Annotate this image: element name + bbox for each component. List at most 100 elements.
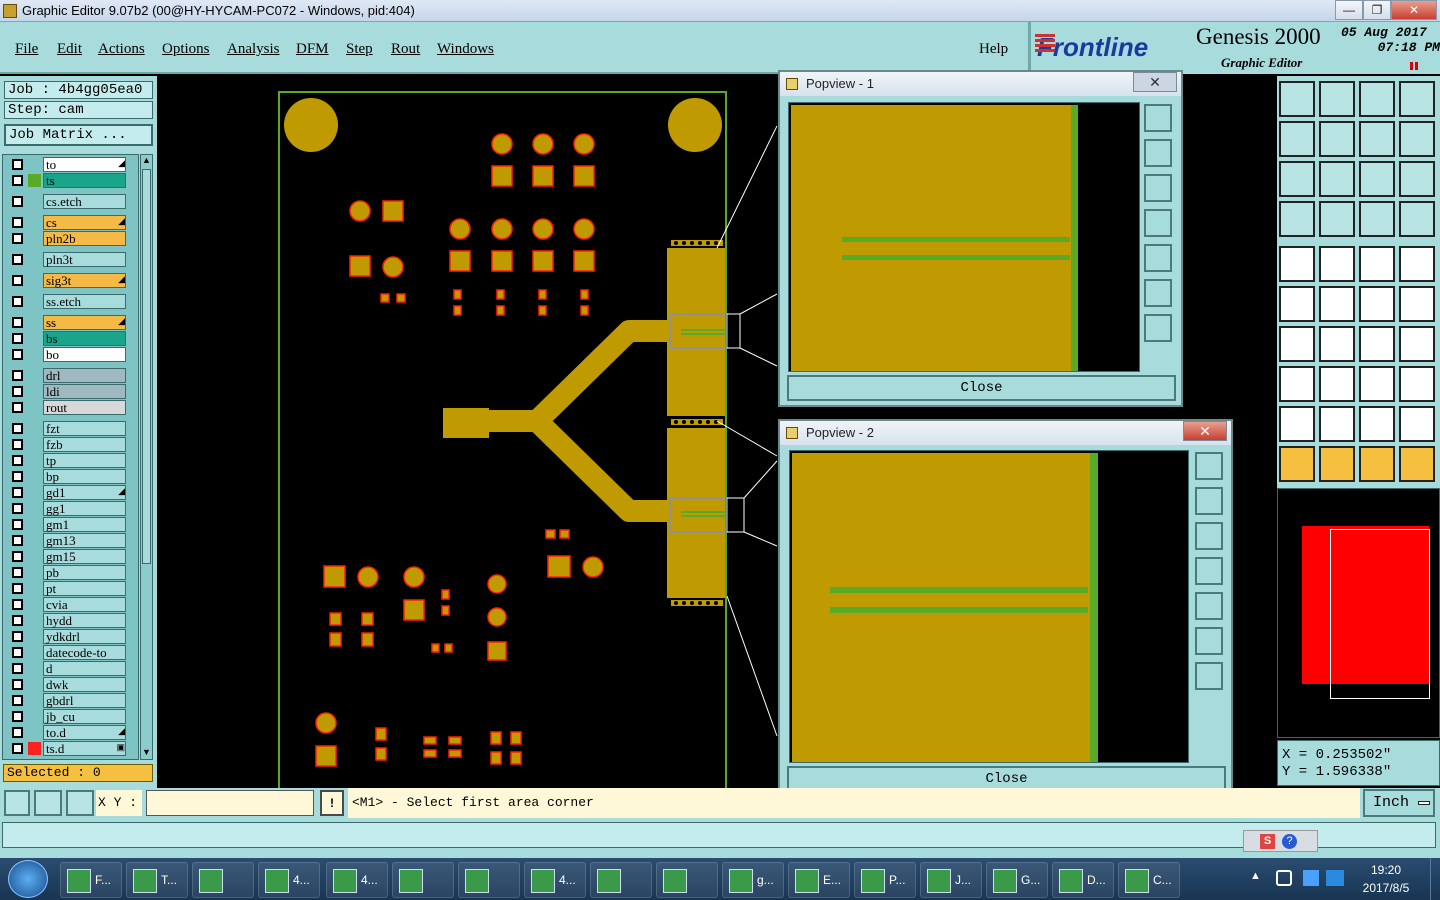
- popview-zoom-in-tool[interactable]: [1195, 452, 1223, 480]
- layer-row[interactable]: pt: [9, 581, 127, 596]
- warning-button[interactable]: !: [320, 790, 344, 816]
- start-button[interactable]: [8, 860, 48, 898]
- layer-row[interactable]: ts.d ▣: [9, 741, 127, 756]
- layer-checkbox[interactable]: [12, 402, 23, 413]
- layer-checkbox[interactable]: [12, 503, 23, 514]
- layer-name[interactable]: gm15: [43, 549, 126, 564]
- zoom-center-icon[interactable]: [1319, 161, 1355, 197]
- layer-name[interactable]: pt: [43, 581, 126, 596]
- layer-checkbox[interactable]: [12, 233, 23, 244]
- layer-row[interactable]: gm13: [9, 533, 127, 548]
- feature-filter-icon[interactable]: [1359, 201, 1395, 237]
- layer-row[interactable]: ts: [9, 173, 127, 188]
- popview-2-x-button[interactable]: ✕: [1183, 421, 1227, 441]
- measure-icon[interactable]: [1279, 326, 1315, 362]
- scroll-thumb[interactable]: [142, 169, 151, 564]
- line-node-icon[interactable]: [1359, 286, 1395, 322]
- layer-name[interactable]: bp: [43, 469, 126, 484]
- popview-pan-left-tool[interactable]: [1195, 557, 1223, 585]
- layer-row[interactable]: cs.etch: [9, 194, 127, 209]
- layer-checkbox[interactable]: [12, 679, 23, 690]
- layer-checkbox[interactable]: [12, 159, 23, 170]
- layer-row[interactable]: ss.etch: [9, 294, 127, 309]
- layer-row[interactable]: cs ◢: [9, 215, 127, 230]
- layer-row[interactable]: dwk: [9, 677, 127, 692]
- pointer-circle-icon[interactable]: [1359, 446, 1395, 482]
- menu-step[interactable]: Step: [346, 41, 373, 58]
- pointer-box-icon[interactable]: [1319, 446, 1355, 482]
- layer-name[interactable]: jb_cu: [43, 709, 126, 724]
- popview-1-close-button[interactable]: Close: [787, 375, 1176, 401]
- layer-checkbox[interactable]: [12, 349, 23, 360]
- taskbar-item[interactable]: G...: [986, 862, 1048, 898]
- ime-help-icon[interactable]: ?: [1282, 834, 1297, 849]
- taskbar-item[interactable]: C...: [1118, 862, 1180, 898]
- layer-checkbox[interactable]: [12, 663, 23, 674]
- layer-color-swatch[interactable]: [28, 174, 41, 187]
- layer-name[interactable]: gm13: [43, 533, 126, 548]
- layer-name[interactable]: pln2b: [43, 231, 126, 246]
- layer-row[interactable]: sig3t ◢: [9, 273, 127, 288]
- layer-name[interactable]: sig3t: [43, 273, 126, 288]
- layer-name[interactable]: ydkdrl: [43, 629, 126, 644]
- color-tool-icon[interactable]: [1319, 246, 1355, 282]
- pan-right-icon[interactable]: [1319, 121, 1355, 157]
- layer-name[interactable]: ss.etch: [43, 294, 126, 309]
- layer-row[interactable]: drl: [9, 368, 127, 383]
- layer-checkbox[interactable]: [12, 386, 23, 397]
- pan-left-icon[interactable]: [1279, 121, 1315, 157]
- shape-icon[interactable]: [1399, 366, 1435, 402]
- layer-row[interactable]: to ◢: [9, 157, 127, 172]
- layer-checkbox[interactable]: [12, 535, 23, 546]
- menu-actions[interactable]: Actions: [98, 41, 145, 58]
- units-select[interactable]: Inch: [1363, 789, 1435, 817]
- taskbar-item[interactable]: [192, 862, 254, 898]
- layer-row[interactable]: datecode-to: [9, 645, 127, 660]
- maximize-button[interactable]: ❐: [1363, 0, 1391, 20]
- layer-checkbox[interactable]: [12, 695, 23, 706]
- line-icon[interactable]: [1319, 366, 1355, 402]
- popview-1-view[interactable]: [788, 102, 1140, 372]
- ime-s-icon[interactable]: S: [1260, 834, 1275, 849]
- layer-scrollbar[interactable]: ▲ ▼: [140, 154, 153, 760]
- layer-name[interactable]: fzb: [43, 437, 126, 452]
- layer-checkbox[interactable]: [12, 487, 23, 498]
- line-node-red-icon[interactable]: [1399, 286, 1435, 322]
- layer-checkbox[interactable]: [12, 423, 23, 434]
- popview-2-view[interactable]: [789, 450, 1189, 763]
- menu-analysis[interactable]: Analysis: [227, 41, 280, 58]
- tray-app-icon[interactable]: [1326, 870, 1344, 886]
- layer-row[interactable]: gm15: [9, 549, 127, 564]
- taskbar-item[interactable]: [392, 862, 454, 898]
- menu-file[interactable]: File: [15, 41, 38, 58]
- taskbar-item[interactable]: [590, 862, 652, 898]
- layer-tool-icon[interactable]: [1279, 201, 1315, 237]
- clock-time[interactable]: 19:20: [1355, 863, 1417, 877]
- layer-row[interactable]: ldi: [9, 384, 127, 399]
- layer-row[interactable]: pln3t: [9, 252, 127, 267]
- layer-checkbox[interactable]: [12, 727, 23, 738]
- popview-zoom-fit-tool[interactable]: [1144, 279, 1172, 307]
- popview-pan-right-tool[interactable]: [1144, 244, 1172, 272]
- layer-name[interactable]: ss: [43, 315, 126, 330]
- menu-rout[interactable]: Rout: [391, 41, 420, 58]
- layer-row[interactable]: to.d ◢: [9, 725, 127, 740]
- layer-checkbox[interactable]: [12, 333, 23, 344]
- grid-tool-icon[interactable]: [66, 790, 94, 816]
- select-icon[interactable]: [1279, 246, 1315, 282]
- layer-name[interactable]: bo: [43, 347, 126, 362]
- taskbar-item[interactable]: F...: [60, 862, 122, 898]
- popview-pan-up-tool[interactable]: [1195, 487, 1223, 515]
- layer-checkbox[interactable]: [12, 317, 23, 328]
- layer-checkbox[interactable]: [12, 455, 23, 466]
- layer-name[interactable]: gg1: [43, 501, 126, 516]
- layer-name[interactable]: gd1: [43, 485, 126, 500]
- xy-input[interactable]: [146, 790, 314, 816]
- layer-row[interactable]: bo: [9, 347, 127, 362]
- scroll-up-icon[interactable]: ▲: [141, 155, 152, 167]
- taskbar-item[interactable]: [458, 862, 520, 898]
- triangle-a-icon[interactable]: [1319, 406, 1355, 442]
- pad-icon[interactable]: [1399, 246, 1435, 282]
- taskbar-item[interactable]: 4...: [258, 862, 320, 898]
- layer-name[interactable]: cvia: [43, 597, 126, 612]
